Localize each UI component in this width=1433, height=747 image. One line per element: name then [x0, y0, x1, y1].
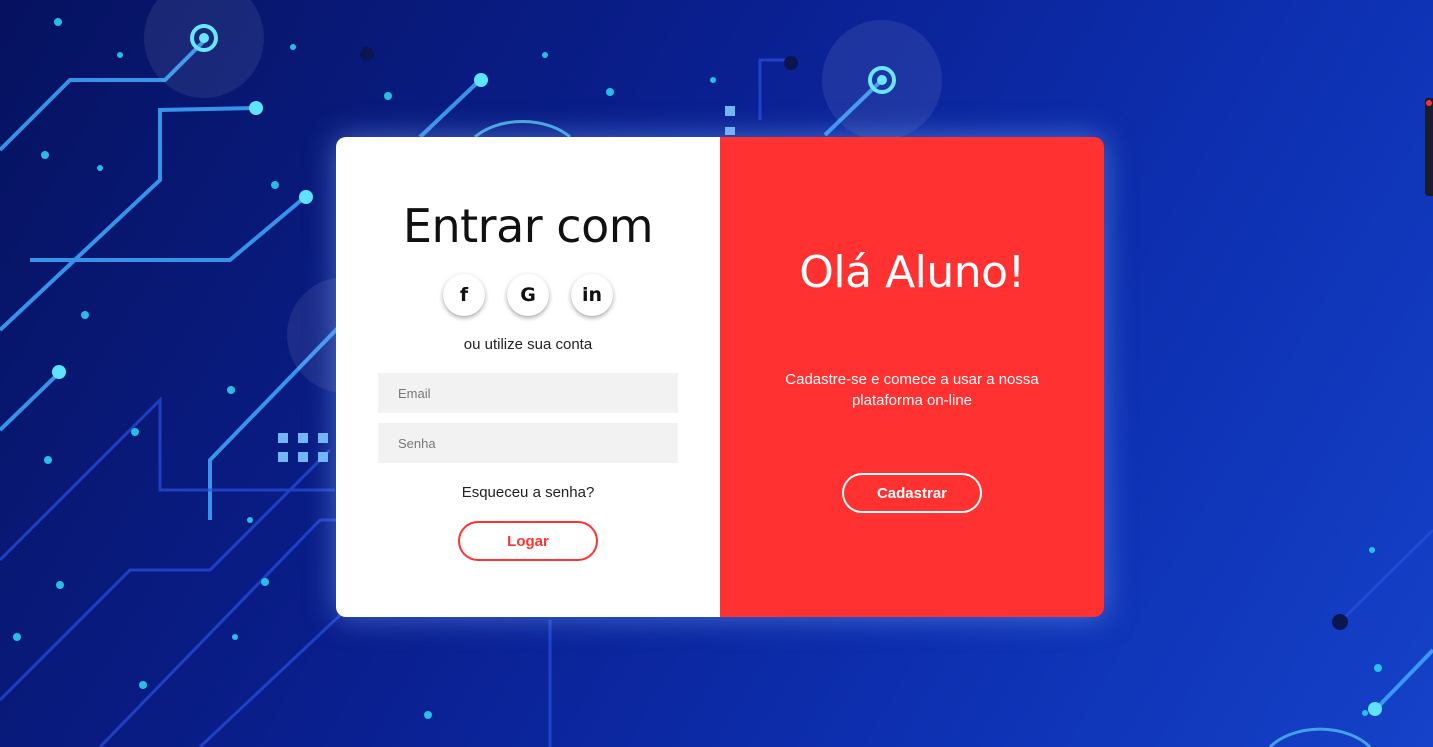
register-panel: Olá Aluno! Cadastre-se e comece a usar a…	[720, 137, 1104, 617]
record-dot-icon	[1426, 100, 1432, 106]
register-title: Olá Aluno!	[799, 247, 1025, 298]
google-icon: G	[520, 284, 536, 306]
register-description: Cadastre-se e comece a usar a nossa plat…	[785, 371, 1039, 409]
login-panel: Entrar com f G in ou utilize sua conta E…	[336, 137, 720, 617]
register-button[interactable]: Cadastrar	[842, 473, 982, 513]
google-login-button[interactable]: G	[507, 274, 549, 316]
login-button[interactable]: Logar	[458, 521, 598, 561]
facebook-icon: f	[459, 284, 469, 306]
screen-recorder-tab[interactable]	[1425, 98, 1433, 196]
linkedin-icon: in	[581, 284, 603, 306]
forgot-password-link[interactable]: Esqueceu a senha?	[336, 484, 720, 501]
social-login-row: f G in	[336, 274, 720, 316]
alt-login-text: ou utilize sua conta	[463, 336, 593, 353]
linkedin-login-button[interactable]: in	[571, 274, 613, 316]
email-field[interactable]	[378, 373, 678, 413]
facebook-login-button[interactable]: f	[443, 274, 485, 316]
login-title: Entrar com	[402, 199, 654, 253]
auth-card: Entrar com f G in ou utilize sua conta E…	[336, 137, 1104, 617]
password-field[interactable]	[378, 423, 678, 463]
